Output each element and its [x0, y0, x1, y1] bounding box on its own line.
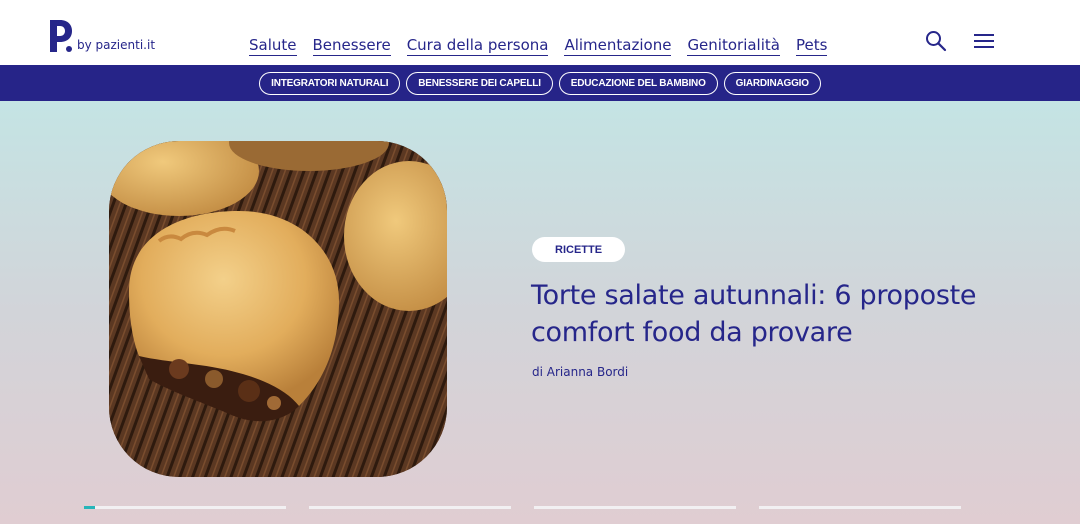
hero-image[interactable]: [109, 141, 447, 477]
subnav-pill-integratori-naturali[interactable]: INTEGRATORI NATURALI: [259, 71, 401, 95]
menu-button[interactable]: [972, 29, 996, 53]
nav-link-benessere[interactable]: Benessere: [312, 36, 391, 56]
site-header: by pazienti.it Salute Benessere Cura del…: [0, 0, 1080, 65]
carousel-indicator-2[interactable]: [309, 506, 511, 509]
nav-link-salute[interactable]: Salute: [249, 36, 297, 56]
search-icon: [926, 31, 947, 52]
carousel-indicator-3[interactable]: [534, 506, 736, 509]
subnav-pill-educazione-del-bambino[interactable]: EDUCAZIONE DEL BAMBINO: [558, 71, 718, 95]
topic-subnav: INTEGRATORI NATURALI BENESSERE DEI CAPEL…: [0, 65, 1080, 101]
logo-p-icon: [48, 18, 74, 54]
search-button[interactable]: [924, 29, 948, 53]
nav-link-alimentazione[interactable]: Alimentazione: [564, 36, 672, 56]
carousel-indicator-1[interactable]: [84, 506, 286, 509]
nav-link-cura-della-persona[interactable]: Cura della persona: [406, 36, 549, 56]
carousel-indicator-4[interactable]: [759, 506, 961, 509]
article-author: di Arianna Bordi: [532, 365, 629, 379]
hamburger-menu-icon: [974, 34, 994, 48]
carousel-indicators: [84, 506, 961, 509]
nav-link-pets[interactable]: Pets: [795, 36, 828, 56]
hero-carousel: RICETTE Torte salate autunnali: 6 propos…: [0, 101, 1080, 524]
category-tag[interactable]: RICETTE: [532, 237, 626, 262]
subnav-pill-giardinaggio[interactable]: GIARDINAGGIO: [723, 71, 821, 95]
article-title[interactable]: Torte salate autunnali: 6 proposte comfo…: [531, 277, 1001, 351]
subnav-pill-benessere-dei-capelli[interactable]: BENESSERE DEI CAPELLI: [406, 71, 553, 95]
main-nav: Salute Benessere Cura della persona Alim…: [249, 36, 828, 56]
nav-link-genitorialita[interactable]: Genitorialità: [687, 36, 780, 56]
logo-text: by pazienti.it: [77, 38, 156, 52]
site-logo[interactable]: by pazienti.it: [48, 18, 155, 54]
